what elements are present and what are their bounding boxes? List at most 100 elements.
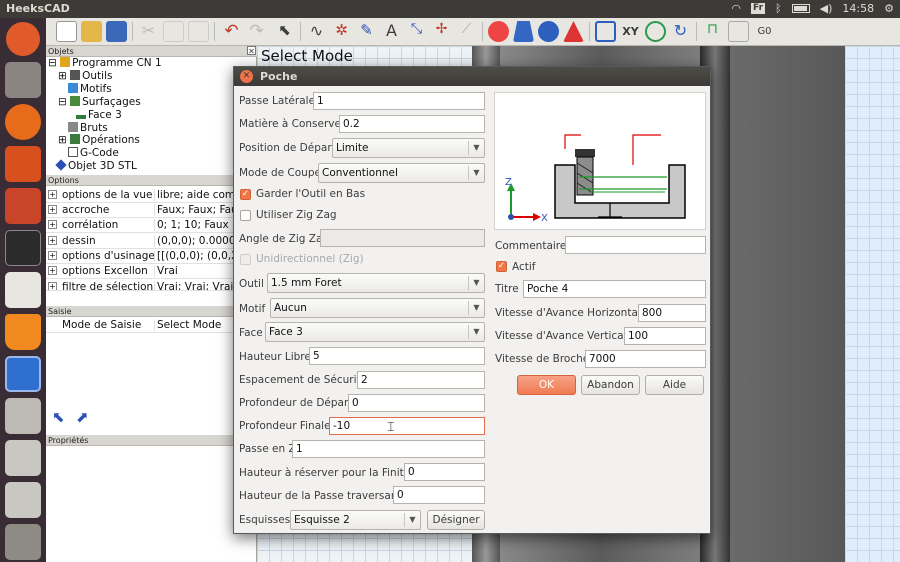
espacement-input[interactable]: 2 [357,371,485,389]
cone-icon[interactable] [513,21,534,42]
option-row[interactable]: + options Excellon Vrai [46,264,257,279]
input-mode-row[interactable]: Mode de Saisie Select Mode [46,318,257,333]
pick-tool-icon[interactable]: ⬈ [76,408,92,426]
tree-item[interactable]: Face 3 [76,109,122,121]
xy-view-icon[interactable]: XY [620,21,641,42]
camera-icon[interactable] [5,398,41,434]
zig-zag-checkbox[interactable] [240,210,251,221]
circles-icon[interactable]: ✲ [331,21,352,42]
outil-select[interactable]: 1.5 mm Foret ▼ [267,273,485,293]
ubuntu-dash-icon[interactable] [6,22,40,56]
vitesse-h-input[interactable]: 800 [638,304,706,322]
terminal-icon[interactable] [5,230,41,266]
firefox-icon[interactable] [5,104,41,140]
option-row[interactable]: + accroche Faux; Faux; Faux; [46,203,257,218]
torus-icon[interactable] [538,21,559,42]
option-row[interactable]: + corrélation 0; 1; 10; Faux [46,218,257,233]
option-row[interactable]: + filtre de sélection Vrai; Vrai; Vrai; Vr… [46,280,257,291]
paste-icon[interactable] [188,21,209,42]
files-icon[interactable] [5,62,41,98]
option-row[interactable]: + options d'usinage [[(0,0,0); (0,0,222) [46,249,257,264]
point-icon[interactable]: ✢ [431,21,452,42]
pocket-op-icon[interactable]: ⊓ [702,21,723,42]
vlc-icon[interactable] [5,314,41,350]
close-icon[interactable]: ✕ [247,46,256,56]
tree-item[interactable]: Motifs [68,83,112,95]
aide-button[interactable]: Aide [645,375,704,395]
refresh-icon[interactable]: ↻ [670,21,691,42]
dimension-icon[interactable]: ⤡ [406,21,427,42]
solid-icon[interactable] [563,21,584,42]
software-center-icon[interactable] [5,146,41,182]
volume-icon[interactable]: ◀) [820,2,833,15]
profile-op-icon[interactable] [728,21,749,42]
undo-icon[interactable]: ↶ [221,21,242,42]
tree-item[interactable]: ⊞ Outils [58,70,112,82]
measure-icon[interactable]: ⟋ [456,21,477,42]
titre-input[interactable]: Poche 4 [523,280,706,298]
select-tool-icon[interactable]: ⬉ [52,408,68,426]
drive-icon[interactable] [5,440,41,476]
view-zoom-icon[interactable] [595,21,616,42]
passe-z-label: Passe en Z [239,443,296,455]
g0-button[interactable]: G0 [754,21,775,42]
position-depart-select[interactable]: Limite ▼ [332,138,485,158]
spline-icon[interactable]: ∿ [306,21,327,42]
garder-outil-checkbox[interactable]: ✓ [240,189,251,200]
line-draw-icon[interactable]: ✎ [356,21,377,42]
passe-laterale-input[interactable]: 1 [313,92,485,110]
hauteur-finition-input[interactable]: 0 [404,463,485,481]
motif-select[interactable]: Aucun ▼ [270,298,485,318]
open-folder-icon[interactable] [81,21,102,42]
hauteur-traversante-input[interactable]: 0 [393,486,485,504]
tree-item[interactable]: Objet 3D STL [55,159,137,172]
matiere-input[interactable]: 0.2 [339,115,485,133]
passe-z-input[interactable]: 1 [292,440,485,458]
copy-icon[interactable] [163,21,184,42]
hauteur-libre-input[interactable]: 5 [309,347,485,365]
power-gear-icon[interactable]: ⚙ [884,2,894,15]
new-file-icon[interactable] [56,21,77,42]
battery-icon[interactable] [791,4,810,13]
abandon-button[interactable]: Abandon [581,375,640,395]
actif-checkbox[interactable]: ✓ [496,261,507,272]
tree-item[interactable]: ⊞ Opérations [58,134,140,146]
commentaire-input[interactable] [565,236,706,254]
tree-item[interactable]: ⊟ Programme CN 1 [48,57,162,69]
redo-icon[interactable]: ↷ [246,21,267,42]
dialog-title: Poche [260,70,298,83]
vitesse-v-input[interactable]: 100 [624,327,706,345]
heekscad-icon[interactable] [5,356,41,392]
mode-coupe-select[interactable]: Conventionnel ▼ [318,163,485,183]
wifi-icon[interactable]: ◠ [731,2,741,15]
trash-icon[interactable] [5,524,41,560]
cut-icon[interactable]: ✂ [138,21,159,42]
option-row[interactable]: + options de la vue libre; aide complé [46,188,257,203]
view-fit-icon[interactable] [645,21,666,42]
prof-depart-input[interactable]: 0 [348,394,485,412]
face-select[interactable]: Face 3 ▼ [265,322,485,342]
bluetooth-icon[interactable]: ᛒ [775,2,782,15]
keyboard-layout-indicator[interactable]: Fr [751,3,766,14]
ok-button[interactable]: OK [517,375,576,395]
text-icon[interactable]: A [381,21,402,42]
select-pointer-icon[interactable]: ⬉ [274,21,295,42]
text-editor-icon[interactable] [5,272,41,308]
settings-icon[interactable] [5,188,41,224]
designer-button[interactable]: Désigner [427,510,485,530]
prof-finale-input[interactable]: -10 [329,417,485,435]
tree-item[interactable]: G-Code [68,147,119,159]
close-icon[interactable]: ✕ [240,70,253,83]
esquisses-select[interactable]: Esquisse 2 ▼ [290,510,421,530]
tree-item[interactable]: ⊟ Surfaçages [58,96,141,108]
vitesse-broche-input[interactable]: 7000 [585,350,706,368]
drive-icon[interactable] [5,482,41,518]
option-row[interactable]: + dessin (0,0,0); 0.000001; [46,234,257,249]
angle-zig-zag-input[interactable] [320,229,485,247]
save-icon[interactable] [106,21,127,42]
commentaire-label: Commentaire [495,240,567,252]
clock[interactable]: 14:58 [842,2,874,15]
sphere-icon[interactable] [488,21,509,42]
tree-item[interactable]: Bruts [68,122,108,134]
unidirectionnel-checkbox[interactable] [240,254,251,265]
